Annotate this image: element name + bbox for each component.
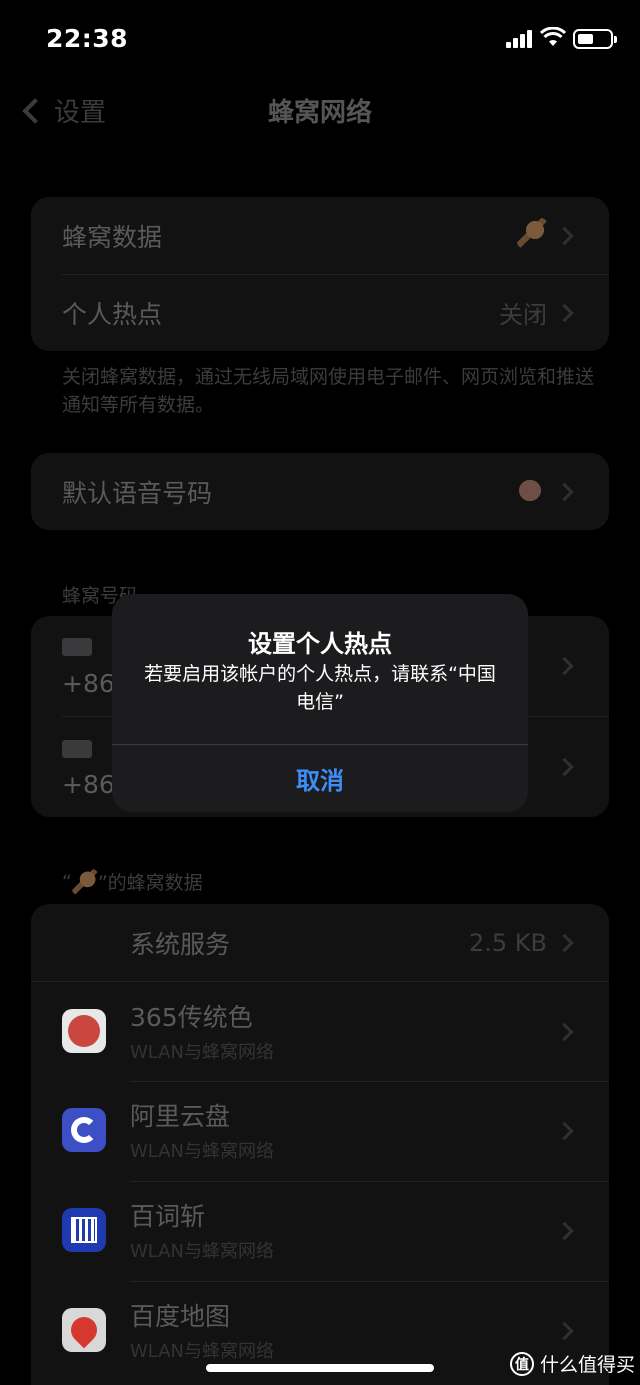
- home-indicator[interactable]: [206, 1364, 434, 1372]
- personal-hotspot-row[interactable]: 个人热点 关闭: [31, 274, 609, 351]
- chevron-right-icon: [555, 757, 574, 776]
- watermark-text: 什么值得买: [540, 1354, 636, 1376]
- sim-number: +86: [62, 770, 115, 799]
- app-row[interactable]: 365传统色 WLAN与蜂窝网络: [31, 981, 609, 1081]
- personal-hotspot-label: 个人热点: [62, 299, 163, 329]
- vocab-app-icon: [62, 1208, 106, 1252]
- app-data-group: 系统服务 2.5 KB 365传统色 WLAN与蜂窝网络 阿里云盘 WLAN与蜂…: [31, 904, 609, 1385]
- chevron-right-icon: [555, 1022, 574, 1041]
- chevron-right-icon: [555, 303, 574, 322]
- chevron-right-icon: [555, 656, 574, 676]
- personal-hotspot-value: 关闭: [499, 301, 547, 329]
- chevron-right-icon: [555, 226, 574, 245]
- red-circle-app-icon: [62, 1009, 106, 1053]
- app-row[interactable]: 阿里云盘 WLAN与蜂窝网络: [31, 1081, 609, 1181]
- system-services-label: 系统服务: [130, 929, 231, 959]
- alert-title: 设置个人热点: [248, 630, 392, 658]
- app-name: 百词斩: [130, 1202, 206, 1231]
- app-name: 阿里云盘: [130, 1102, 231, 1131]
- chevron-right-icon: [555, 933, 574, 952]
- sim-number: +86: [62, 669, 115, 698]
- system-services-value: 2.5 KB: [469, 928, 547, 957]
- default-voice-number-row[interactable]: 默认语音号码: [31, 453, 609, 530]
- status-time: 22:38: [46, 24, 129, 53]
- cellular-settings-group: 蜂窝数据 个人热点 关闭: [31, 197, 609, 351]
- default-voice-group: 默认语音号码: [31, 453, 609, 530]
- cellular-data-value: [517, 217, 547, 254]
- sim-tag-icon: [62, 740, 92, 758]
- surfer-emoji-icon: [71, 868, 98, 895]
- watermark: 值 什么值得买: [510, 1350, 635, 1377]
- app-subtitle: WLAN与蜂窝网络: [130, 1141, 275, 1162]
- default-voice-number-value: [513, 473, 547, 510]
- section-header-label: ”的蜂窝数据: [97, 872, 203, 894]
- sim-tag-icon: [62, 638, 92, 656]
- cellular-data-row[interactable]: 蜂窝数据: [31, 197, 609, 274]
- chevron-right-icon: [555, 1221, 574, 1241]
- section-quote-open: “: [62, 870, 72, 893]
- battery-icon: [573, 29, 617, 49]
- cellular-signal-icon: [506, 30, 532, 48]
- chevron-right-icon: [555, 1321, 574, 1341]
- cellular-data-label: 蜂窝数据: [62, 222, 163, 252]
- app-name: 365传统色: [130, 1003, 253, 1032]
- page-title: 蜂窝网络: [267, 98, 372, 128]
- map-app-icon: [62, 1308, 106, 1352]
- chevron-right-icon: [555, 1121, 574, 1141]
- app-row[interactable]: 百词斩 WLAN与蜂窝网络: [31, 1181, 609, 1281]
- pig-emoji-icon: [513, 473, 547, 504]
- cloud-drive-app-icon: [62, 1108, 106, 1152]
- cellular-data-footnote: 关闭蜂窝数据，通过无线局域网使用电子邮件、网页浏览和推送通知等所有数据。: [62, 366, 595, 416]
- system-services-row[interactable]: 系统服务 2.5 KB: [31, 904, 609, 981]
- app-subtitle: WLAN与蜂窝网络: [130, 1341, 275, 1362]
- chevron-right-icon: [555, 482, 574, 501]
- cancel-button[interactable]: 取消: [112, 745, 528, 812]
- app-subtitle: WLAN与蜂窝网络: [130, 1042, 275, 1063]
- app-subtitle: WLAN与蜂窝网络: [130, 1241, 275, 1262]
- alert-message: 若要启用该帐户的个人热点，请联系“中国电信”: [144, 663, 496, 713]
- watermark-logo-icon: 值: [510, 1351, 534, 1376]
- wifi-icon: [539, 26, 567, 47]
- surfer-emoji-icon: [517, 217, 547, 248]
- app-name: 百度地图: [130, 1302, 231, 1331]
- app-data-section-header: “ ”的蜂窝数据: [62, 868, 203, 895]
- default-voice-number-label: 默认语音号码: [62, 478, 213, 508]
- hotspot-alert-dialog: 设置个人热点 若要启用该帐户的个人热点，请联系“中国电信” 取消: [112, 594, 528, 812]
